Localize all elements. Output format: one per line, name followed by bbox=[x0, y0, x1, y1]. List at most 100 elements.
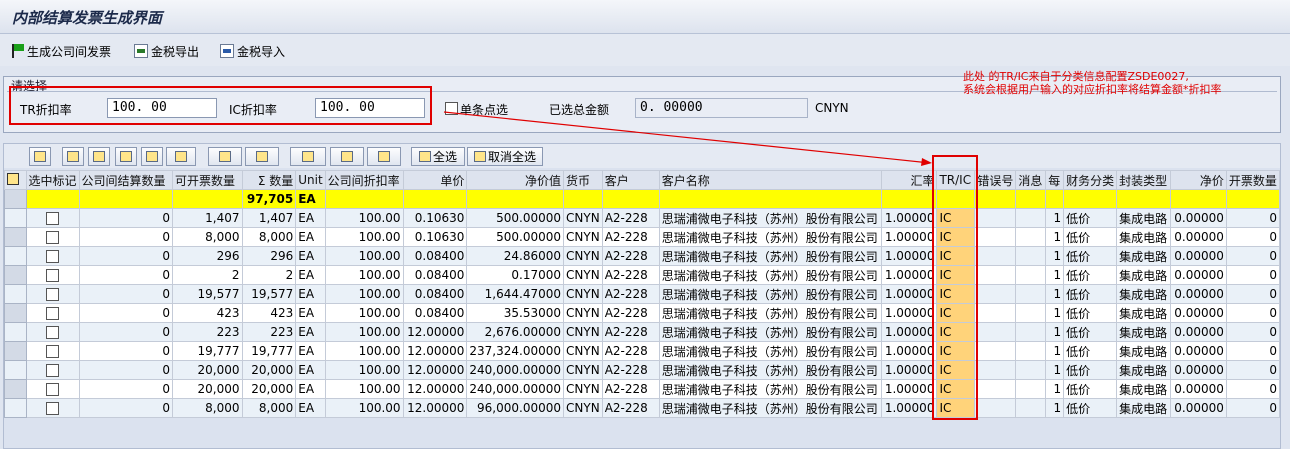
export-list-button[interactable] bbox=[330, 147, 364, 166]
column-header[interactable]: 开票数量 bbox=[1225, 170, 1281, 190]
deselect-all-button[interactable]: 取消全选 bbox=[467, 147, 543, 166]
table-cell: 1.00000 bbox=[880, 341, 938, 361]
column-header[interactable]: 公司间折扣率 bbox=[324, 170, 404, 190]
row-checkbox[interactable] bbox=[46, 288, 59, 301]
column-header[interactable]: Unit bbox=[295, 170, 326, 190]
row-selector[interactable] bbox=[4, 227, 27, 247]
table-cell: CNYN bbox=[563, 227, 603, 247]
row-selector[interactable] bbox=[4, 322, 27, 342]
table-cell: 8,000 bbox=[241, 227, 297, 247]
table-cell: 1,407 bbox=[241, 208, 297, 228]
table-cell: 0.08400 bbox=[402, 284, 468, 304]
row-checkbox[interactable] bbox=[46, 326, 59, 339]
row-selector[interactable] bbox=[4, 360, 27, 380]
sort-ascending-button[interactable] bbox=[62, 147, 84, 166]
table-cell: 0 bbox=[78, 360, 174, 380]
table-cell: 0.00000 bbox=[1170, 398, 1227, 418]
column-header[interactable]: 汇率 bbox=[880, 170, 938, 190]
table-cell: 0 bbox=[78, 208, 174, 228]
table-cell: 20,000 bbox=[241, 379, 297, 399]
table-cell bbox=[1015, 208, 1047, 228]
table-cell: 1.00000 bbox=[880, 379, 938, 399]
table-cell: 集成电路 bbox=[1116, 341, 1172, 361]
table-cell: IC bbox=[936, 227, 976, 247]
single-select-checkbox[interactable] bbox=[445, 102, 458, 115]
column-header[interactable]: 公司间结算数量 bbox=[78, 170, 174, 190]
column-header[interactable]: 客户 bbox=[601, 170, 660, 190]
table-cell: 96,000.00000 bbox=[466, 398, 565, 418]
column-header[interactable]: 单价 bbox=[402, 170, 468, 190]
subtotal-button[interactable] bbox=[245, 147, 279, 166]
print-button[interactable] bbox=[290, 147, 326, 166]
sort-descending-button[interactable] bbox=[88, 147, 110, 166]
golden-tax-import-label: 金税导入 bbox=[237, 44, 286, 59]
golden-tax-export-button[interactable]: 金税导出 bbox=[134, 41, 199, 61]
column-header[interactable]: 消息 bbox=[1015, 170, 1047, 190]
row-checkbox[interactable] bbox=[46, 345, 59, 358]
column-header[interactable]: 可开票数量 bbox=[172, 170, 243, 190]
row-selector[interactable] bbox=[4, 265, 27, 285]
column-header[interactable]: 客户名称 bbox=[658, 170, 882, 190]
select-mark-cell bbox=[25, 398, 80, 418]
row-checkbox[interactable] bbox=[46, 307, 59, 320]
column-header[interactable]: 每 bbox=[1045, 170, 1065, 190]
table-cell: CNYN bbox=[563, 208, 603, 228]
table-cell: 集成电路 bbox=[1116, 322, 1172, 342]
column-header[interactable]: 选中标记 bbox=[25, 170, 80, 190]
row-selector[interactable] bbox=[4, 303, 27, 323]
row-checkbox[interactable] bbox=[46, 269, 59, 282]
row-checkbox[interactable] bbox=[46, 364, 59, 377]
column-header[interactable]: 货币 bbox=[563, 170, 603, 190]
column-header[interactable]: Σ 数量 bbox=[241, 170, 297, 190]
row-checkbox[interactable] bbox=[46, 231, 59, 244]
table-cell: 1.00000 bbox=[880, 303, 938, 323]
select-all-button[interactable]: 全选 bbox=[411, 147, 465, 166]
row-selector[interactable] bbox=[4, 189, 27, 209]
row-selector[interactable] bbox=[4, 398, 27, 418]
row-checkbox[interactable] bbox=[46, 250, 59, 263]
table-cell: 0 bbox=[1225, 284, 1281, 304]
column-header[interactable]: 财务分类 bbox=[1063, 170, 1118, 190]
table-cell: 集成电路 bbox=[1116, 303, 1172, 323]
find-button[interactable] bbox=[115, 147, 137, 166]
golden-tax-import-button[interactable]: 金税导入 bbox=[220, 41, 285, 61]
row-selector[interactable] bbox=[4, 379, 27, 399]
table-cell: 思瑞浦微电子科技（苏州）股份有限公司 bbox=[658, 284, 882, 304]
table-cell: 1 bbox=[1045, 322, 1065, 342]
column-header[interactable]: 封装类型 bbox=[1116, 170, 1172, 190]
table-cell: 1 bbox=[1045, 208, 1065, 228]
layout-header-icon[interactable] bbox=[4, 170, 27, 190]
table-cell bbox=[974, 208, 1017, 228]
row-selector[interactable] bbox=[4, 208, 27, 228]
table-cell: 0 bbox=[1225, 322, 1281, 342]
select-all-icon bbox=[418, 151, 431, 162]
find-next-button[interactable] bbox=[141, 147, 163, 166]
golden-tax-export-label: 金税导出 bbox=[151, 44, 200, 59]
row-selector[interactable] bbox=[4, 284, 27, 304]
table-cell: 低价 bbox=[1063, 208, 1118, 228]
create-intercompany-invoice-button[interactable]: 生成公司间发票 bbox=[12, 41, 111, 61]
row-checkbox[interactable] bbox=[46, 402, 59, 415]
table-cell bbox=[1015, 303, 1047, 323]
column-header[interactable]: 错误号 bbox=[974, 170, 1017, 190]
column-header[interactable]: 净价值 bbox=[466, 170, 565, 190]
details-button[interactable] bbox=[29, 147, 51, 166]
table-cell: 0.10630 bbox=[402, 227, 468, 247]
table-cell: 8,000 bbox=[241, 398, 297, 418]
row-checkbox[interactable] bbox=[46, 383, 59, 396]
table-cell: 思瑞浦微电子科技（苏州）股份有限公司 bbox=[658, 398, 882, 418]
column-header[interactable]: 净价 bbox=[1170, 170, 1227, 190]
table-cell bbox=[974, 265, 1017, 285]
table-cell: CNYN bbox=[563, 360, 603, 380]
row-selector[interactable] bbox=[4, 246, 27, 266]
layout-button[interactable] bbox=[367, 147, 401, 166]
table-cell: 集成电路 bbox=[1116, 379, 1172, 399]
table-cell: 12.00000 bbox=[402, 360, 468, 380]
sum-button[interactable] bbox=[208, 147, 242, 166]
filter-button[interactable] bbox=[166, 147, 196, 166]
table-cell: 0.00000 bbox=[1170, 322, 1227, 342]
table-cell: 1.00000 bbox=[880, 398, 938, 418]
row-selector[interactable] bbox=[4, 341, 27, 361]
column-header[interactable]: TR/IC bbox=[936, 170, 976, 190]
row-checkbox[interactable] bbox=[46, 212, 59, 225]
